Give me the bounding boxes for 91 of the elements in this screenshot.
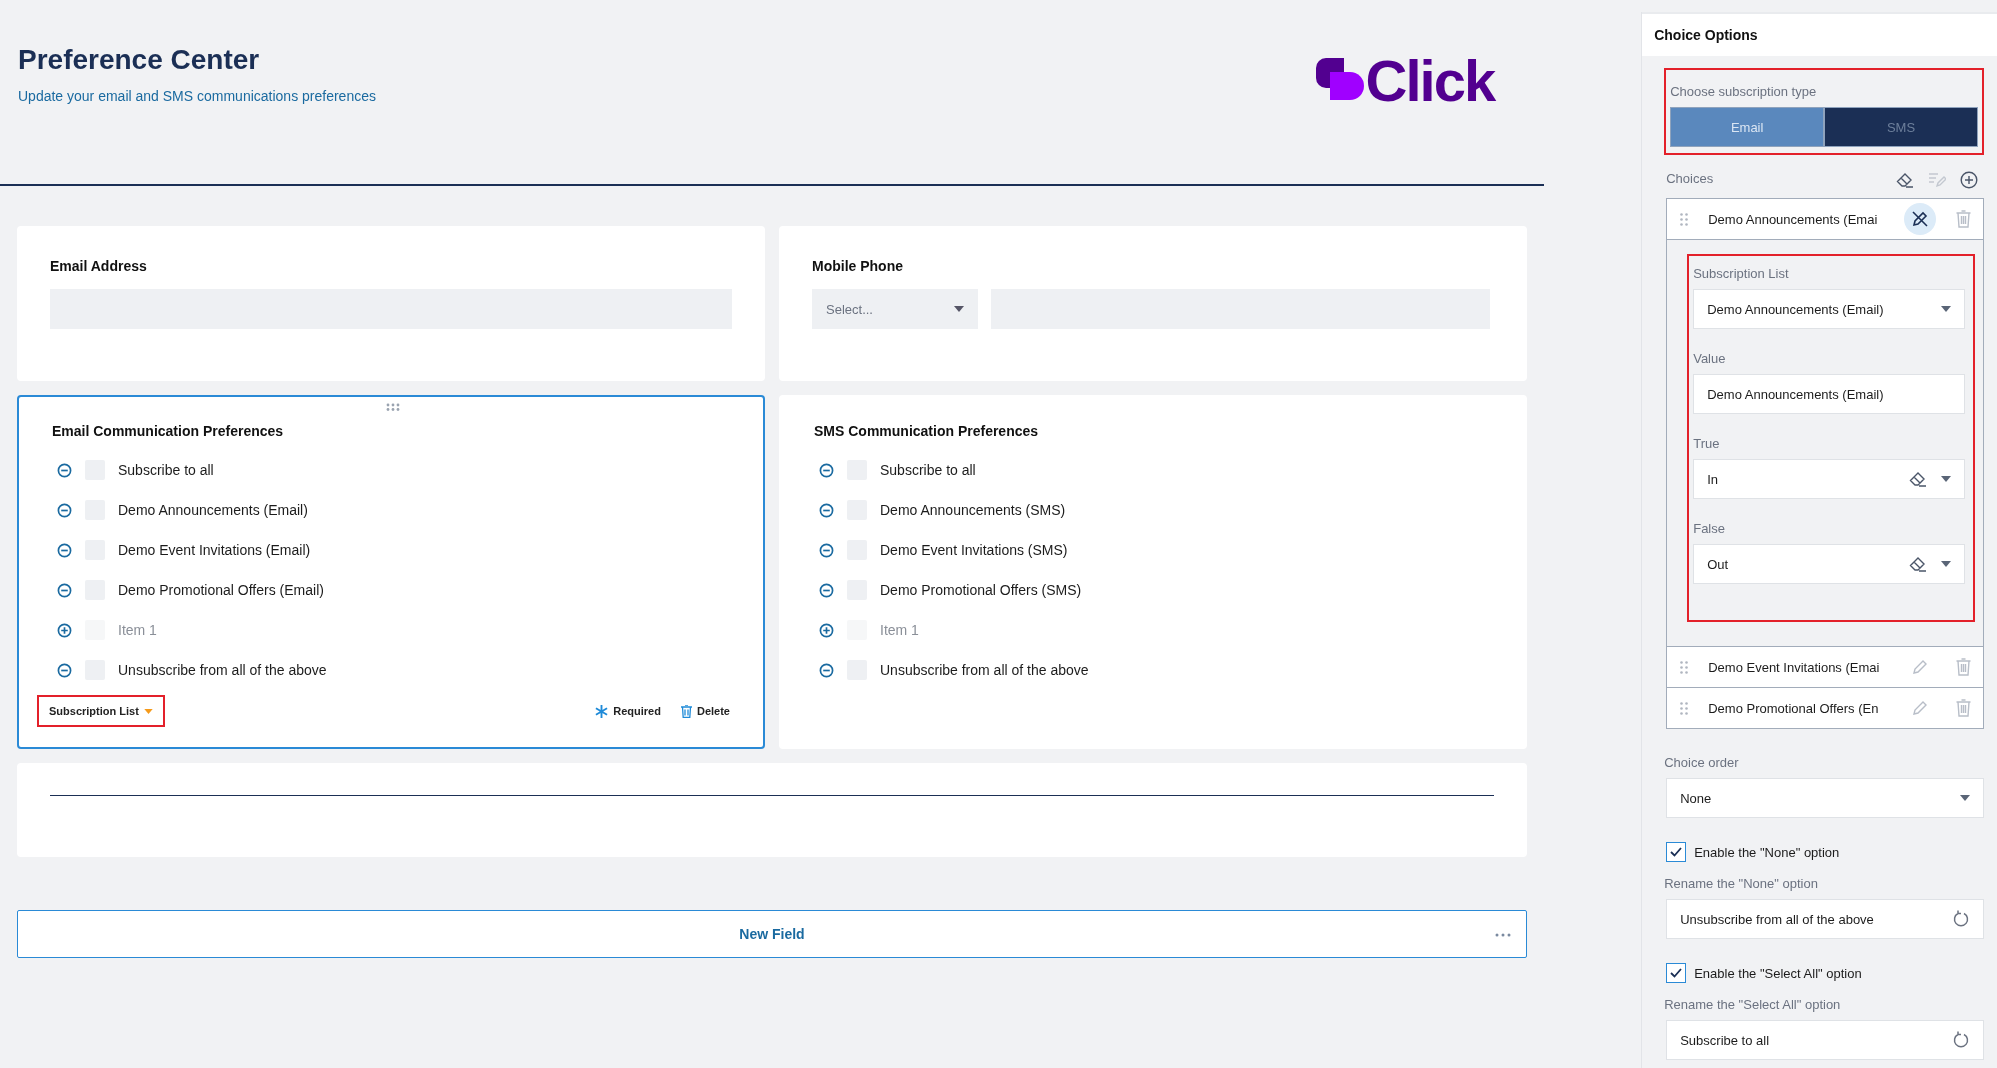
delete-button[interactable]: Delete [680, 704, 730, 718]
choice-label: Unsubscribe from all of the above [118, 662, 327, 678]
field-label: Subscription List [1693, 266, 1790, 281]
value-dropdown[interactable]: Demo Announcements (Email) [1693, 289, 1965, 329]
remove-icon[interactable] [57, 502, 72, 518]
remove-icon[interactable] [819, 582, 834, 598]
field-label: Choose subscription type [1670, 84, 1818, 99]
value-dropdown[interactable]: In [1693, 459, 1965, 499]
caret-icon [1960, 795, 1970, 801]
checkbox[interactable] [1666, 842, 1687, 862]
choice-label: Item 1 [118, 622, 157, 638]
text-input[interactable]: Subscribe to all [1666, 1020, 1984, 1060]
field-label: Choice order [1664, 755, 1740, 770]
drag-handle-icon[interactable] [1680, 660, 1689, 674]
choice-label: Unsubscribe from all of the above [880, 662, 1089, 678]
add-icon[interactable] [57, 622, 72, 638]
choice-label: Demo Announcements (SMS) [880, 502, 1066, 518]
field-label: False [1693, 521, 1726, 536]
drag-handle-icon[interactable] [386, 403, 400, 411]
type-dropdown[interactable]: Subscription List [49, 705, 153, 717]
caret-icon [954, 306, 964, 312]
trash-icon[interactable] [1956, 658, 1971, 676]
choice-label: Demo Promotional Offers (Email) [118, 582, 324, 598]
field-label: Email Address [50, 258, 148, 274]
remove-icon[interactable] [57, 462, 72, 478]
drag-handle-icon[interactable] [1680, 212, 1689, 226]
checkmark-icon [1669, 846, 1684, 858]
remove-icon[interactable] [819, 462, 834, 478]
remove-icon[interactable] [57, 582, 72, 598]
add-icon[interactable] [1960, 170, 1978, 189]
value-input[interactable]: Demo Announcements (Email) [1693, 374, 1965, 414]
trash-icon[interactable] [1956, 699, 1971, 717]
preference-card[interactable] [17, 395, 765, 749]
reset-icon[interactable] [1952, 1031, 1970, 1049]
eraser-icon[interactable] [1909, 471, 1927, 487]
preference-card[interactable]: SMS Communication Preferences Subscribe to all Demo Announcements (SMS) Demo Event Invitations (SMS) Demo Promotional Offers (SMS) Item 1 Unsubscribe from all of the above [779, 395, 1527, 749]
choice-label: Demo Event Invitations (Email) [118, 542, 311, 558]
add-icon[interactable] [819, 622, 834, 638]
choice-name: Demo Promotional Offers (En [1708, 700, 1880, 716]
checkbox[interactable] [1666, 963, 1687, 983]
choice-name: Demo Event Invitations (Emai [1708, 659, 1881, 675]
group-title: Email Communication Preferences [52, 423, 285, 439]
remove-icon[interactable] [57, 662, 72, 678]
pencil-icon [1911, 699, 1929, 717]
caret-icon [1941, 561, 1951, 567]
choice-label: Item 1 [880, 622, 919, 638]
edit-list-icon[interactable] [1928, 171, 1946, 188]
choice-label: Demo Announcements (Email) [118, 502, 308, 518]
eraser-icon[interactable] [1909, 556, 1927, 572]
checkmark-icon [1669, 967, 1684, 979]
field-label: Rename the "None" option [1664, 876, 1819, 891]
crossed-pencil-icon [1911, 210, 1929, 228]
checkbox-label: Enable the "None" option [1694, 844, 1840, 860]
choices-label: Choices [1666, 171, 1714, 186]
remove-icon[interactable] [819, 542, 834, 558]
choice-name: Demo Announcements (Emai [1708, 211, 1879, 227]
choice-order-dropdown[interactable]: None [1666, 778, 1984, 818]
page-title: Preference Center [18, 44, 261, 76]
choice-label: Subscribe to all [118, 462, 214, 478]
drag-handle-icon[interactable] [1680, 701, 1689, 715]
field-label: Mobile Phone [812, 258, 904, 274]
panel-title: Choice Options [1642, 12, 1997, 56]
trash-icon[interactable] [1956, 210, 1971, 228]
text-input[interactable]: Unsubscribe from all of the above [1666, 899, 1984, 939]
choice-label: Subscribe to all [880, 462, 976, 478]
reset-icon[interactable] [1952, 910, 1970, 928]
field-label: Value [1693, 351, 1727, 366]
remove-icon[interactable] [819, 502, 834, 518]
page-subtitle: Update your email and SMS communications preferences [18, 88, 376, 104]
choice-label: Demo Promotional Offers (SMS) [880, 582, 1082, 598]
checkbox-label: Enable the "Select All" option [1694, 965, 1862, 981]
remove-icon[interactable] [57, 542, 72, 558]
remove-icon[interactable] [819, 662, 834, 678]
new-field-button[interactable]: New Field [17, 910, 1527, 958]
field-label: True [1693, 436, 1721, 451]
logo-wordmark: Click [1365, 52, 1495, 110]
trash-icon [680, 704, 692, 718]
caret-icon [143, 708, 153, 714]
asterisk-icon [595, 704, 609, 718]
value-dropdown[interactable]: Out [1693, 544, 1965, 584]
caret-icon [1941, 306, 1951, 312]
eraser-icon[interactable] [1896, 171, 1914, 188]
country-select[interactable]: Select... [812, 289, 978, 329]
more-icon[interactable] [1495, 933, 1511, 937]
caret-icon [1941, 476, 1951, 482]
field-label: Rename the "Select All" option [1664, 997, 1842, 1012]
pencil-icon [1911, 658, 1929, 676]
required-button[interactable]: Required [595, 704, 661, 718]
choice-label: Demo Event Invitations (SMS) [880, 542, 1068, 558]
close-edit-button[interactable] [1904, 203, 1936, 235]
group-title: SMS Communication Preferences [814, 423, 1040, 439]
